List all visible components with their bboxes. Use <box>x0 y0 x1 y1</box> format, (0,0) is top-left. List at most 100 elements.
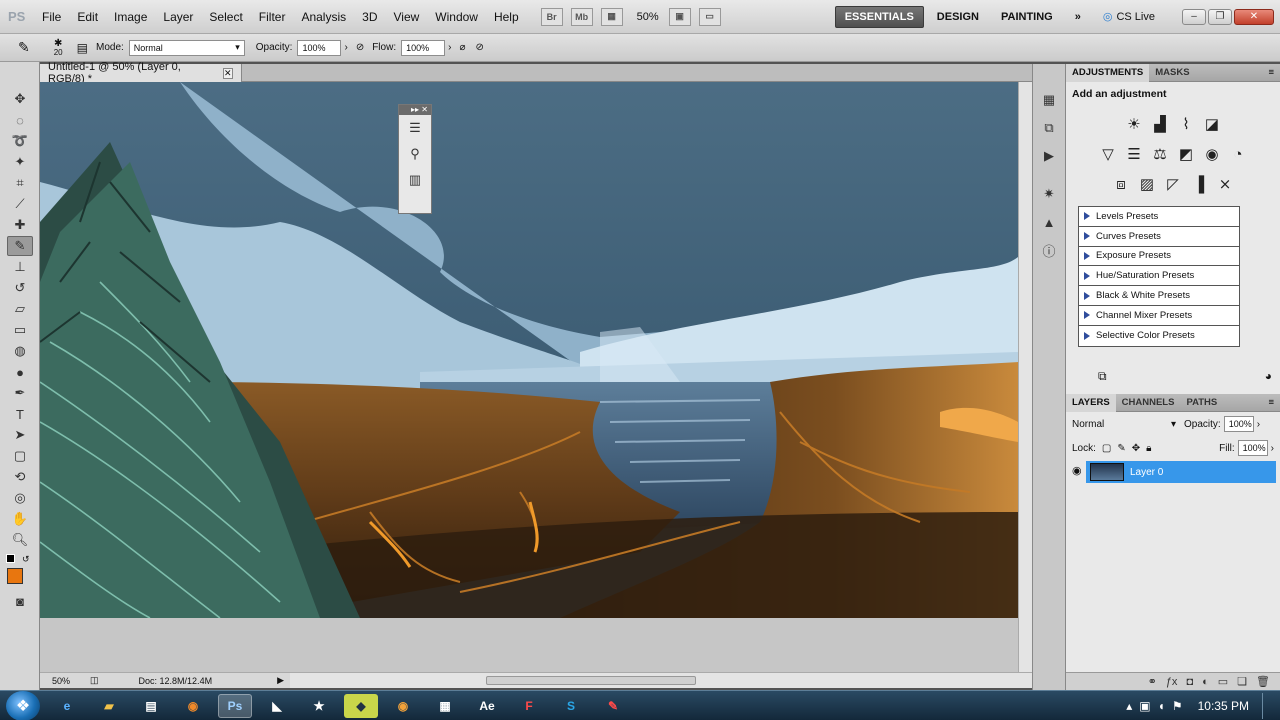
selective-color-icon[interactable]: ⨯ <box>1215 172 1235 196</box>
history-panel-icon[interactable]: ⧉ <box>1038 118 1060 138</box>
brightness-contrast-icon[interactable]: ☀ <box>1124 112 1144 136</box>
layer-opacity-arrow-icon[interactable]: › <box>1257 419 1260 430</box>
preset-levels[interactable]: Levels Presets <box>1079 207 1239 227</box>
hand-tool-icon[interactable]: ✋ <box>7 509 33 529</box>
menu-analysis[interactable]: Analysis <box>293 0 354 34</box>
channel-mixer-icon[interactable]: ◔ <box>1228 142 1248 166</box>
tray-flag-icon[interactable]: ⚑ <box>1172 699 1183 713</box>
photoshop-taskbar-icon[interactable]: Ps <box>218 693 252 718</box>
arrange-documents-icon[interactable]: ▣ <box>668 7 691 26</box>
brush-tool-preset-icon[interactable]: ✎ <box>18 39 30 56</box>
visibility-eye-icon[interactable]: ◉ <box>1072 464 1082 477</box>
tool-presets-icon[interactable]: ▥ <box>399 167 431 193</box>
preset-exposure[interactable]: Exposure Presets <box>1079 247 1239 267</box>
marquee-tool-icon[interactable]: ◌ <box>7 110 33 130</box>
bridge-button[interactable]: Br <box>540 7 563 26</box>
mini-bridge-button[interactable]: Mb <box>570 7 593 26</box>
brush-presets-icon[interactable]: ☰ <box>399 115 431 141</box>
menu-layer[interactable]: Layer <box>155 0 201 34</box>
app-icon-12[interactable]: Ae <box>470 694 504 718</box>
pen-tool-icon[interactable]: ✒ <box>7 383 33 403</box>
shape-tool-icon[interactable]: ▢ <box>7 446 33 466</box>
app-icon-11[interactable]: ▦ <box>428 694 462 718</box>
skype-icon[interactable]: S <box>554 694 588 718</box>
preset-curves[interactable]: Curves Presets <box>1079 227 1239 247</box>
swap-colors-icon[interactable]: ↺ <box>22 554 30 565</box>
panel-header[interactable]: ▸▸ ✕ <box>399 105 431 115</box>
view-extras-icon[interactable]: ▦ <box>600 7 623 26</box>
brush-panel-icon[interactable]: ▤ <box>77 41 88 55</box>
healing-brush-tool-icon[interactable]: ✚ <box>7 215 33 235</box>
new-layer-icon[interactable]: ❏ <box>1237 675 1247 688</box>
3d-rotate-tool-icon[interactable]: ⟲ <box>7 467 33 487</box>
minimize-button[interactable]: – <box>1182 8 1206 25</box>
app-icon-8[interactable]: ✭ <box>302 694 336 718</box>
actions-panel-icon[interactable]: ▶ <box>1038 146 1060 166</box>
workspace-design[interactable]: DESIGN <box>928 6 988 28</box>
layer-row[interactable]: Layer 0 <box>1086 461 1276 483</box>
history-brush-tool-icon[interactable]: ↺ <box>7 278 33 298</box>
exposure-icon[interactable]: ◪ <box>1202 112 1222 136</box>
app-icon-10[interactable]: ◉ <box>386 694 420 718</box>
notepad-icon[interactable]: ▤ <box>134 694 168 718</box>
firefox-icon[interactable]: ◉ <box>176 694 210 718</box>
menu-file[interactable]: File <box>34 0 69 34</box>
path-selection-tool-icon[interactable]: ➤ <box>7 425 33 445</box>
eyedropper-tool-icon[interactable]: ⟋ <box>7 194 33 214</box>
menu-image[interactable]: Image <box>106 0 155 34</box>
lock-position-icon[interactable]: ✥ <box>1132 443 1140 454</box>
lock-all-icon[interactable]: 🔒︎ <box>1146 443 1151 454</box>
pressure-opacity-icon[interactable]: ⊘ <box>356 42 364 53</box>
app-icon-7[interactable]: ◣ <box>260 694 294 718</box>
blend-mode-dropdown[interactable]: Normal ▾ <box>1072 419 1176 430</box>
pressure-size-icon[interactable]: ⊘ <box>475 42 483 53</box>
tray-network-icon[interactable]: ▣ <box>1139 699 1150 713</box>
workspace-painting[interactable]: PAINTING <box>992 6 1062 28</box>
zoom-tool-icon[interactable]: 🔍︎ <box>7 530 33 550</box>
horizontal-scrollbar[interactable] <box>290 672 1032 688</box>
show-desktop-button[interactable] <box>1262 692 1272 719</box>
adjustment-options-icon[interactable]: ◕ <box>1265 369 1272 384</box>
maximize-button[interactable]: ❐ <box>1208 8 1232 25</box>
more-workspaces-icon[interactable]: » <box>1066 6 1090 28</box>
foreground-color-swatch[interactable] <box>7 568 23 584</box>
menu-edit[interactable]: Edit <box>69 0 106 34</box>
tab-channels[interactable]: CHANNELS <box>1116 394 1181 412</box>
preset-black-white[interactable]: Black & White Presets <box>1079 286 1239 306</box>
tab-masks[interactable]: MASKS <box>1149 64 1195 82</box>
lock-transparent-icon[interactable]: ▢ <box>1102 443 1111 454</box>
ie-icon[interactable]: e <box>50 694 84 718</box>
airbrush-icon[interactable]: ⌀ <box>459 42 465 53</box>
vibrance-icon[interactable]: ▽ <box>1098 142 1118 166</box>
layers-menu-icon[interactable]: ≡ <box>1268 397 1274 408</box>
tab-adjustments[interactable]: ADJUSTMENTS <box>1066 63 1150 82</box>
color-balance-icon[interactable]: ⚖ <box>1150 142 1170 166</box>
cs-live-button[interactable]: ◎ CS Live <box>1094 6 1164 28</box>
blur-tool-icon[interactable]: ◍ <box>7 341 33 361</box>
lock-image-icon[interactable]: ✎ <box>1117 443 1125 454</box>
mode-dropdown[interactable]: Normal ▾ <box>128 39 245 56</box>
clone-stamp-tool-icon[interactable]: ⊥ <box>7 257 33 277</box>
default-colors-icon[interactable] <box>6 554 15 563</box>
status-info-icon[interactable]: ◫ <box>90 675 99 686</box>
app-icon-9[interactable]: ◆ <box>344 693 378 718</box>
delete-layer-icon[interactable]: 🗑︎ <box>1256 675 1270 688</box>
new-group-icon[interactable]: ▭ <box>1218 675 1228 688</box>
lasso-tool-icon[interactable]: ➰ <box>7 131 33 151</box>
opacity-slider-arrow-icon[interactable]: › <box>344 42 347 53</box>
screen-mode-icon[interactable]: ▭ <box>698 7 721 26</box>
3d-orbit-tool-icon[interactable]: ◎ <box>7 488 33 508</box>
close-document-icon[interactable]: ✕ <box>222 67 233 79</box>
add-mask-icon[interactable]: ◘ <box>1186 676 1193 688</box>
photo-filter-icon[interactable]: ◉ <box>1202 142 1222 166</box>
clip-to-layer-icon[interactable]: ⧉ <box>1098 369 1107 384</box>
flow-field[interactable]: 100% <box>401 39 446 56</box>
menu-filter[interactable]: Filter <box>251 0 294 34</box>
fill-field[interactable]: 100% <box>1237 440 1268 456</box>
crop-tool-icon[interactable]: ⌗ <box>7 173 33 193</box>
preset-selective-color[interactable]: Selective Color Presets <box>1079 326 1239 346</box>
app-icon-13[interactable]: F <box>512 694 546 718</box>
eraser-tool-icon[interactable]: ▱ <box>7 299 33 319</box>
zoom-level-dropdown[interactable]: 50% <box>637 11 659 23</box>
quick-selection-tool-icon[interactable]: ✦ <box>7 152 33 172</box>
